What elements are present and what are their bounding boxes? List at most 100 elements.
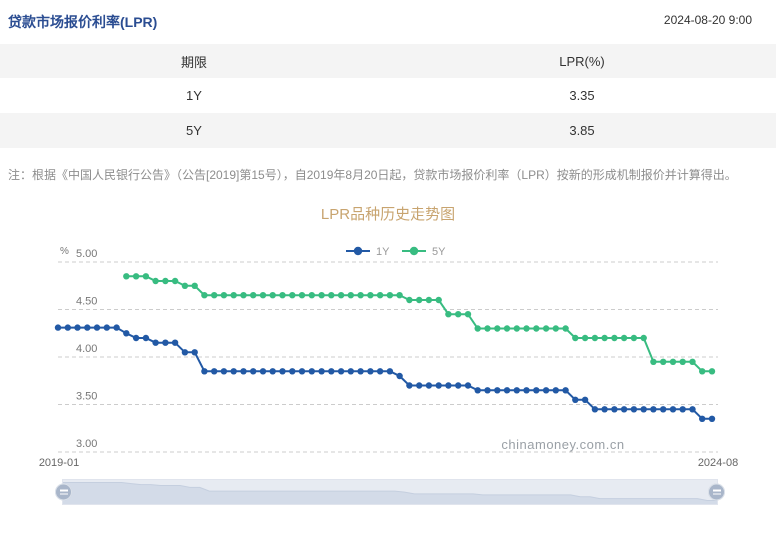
data-point-5y <box>455 311 462 318</box>
data-point-1y <box>708 415 716 423</box>
data-point-1y <box>220 368 228 375</box>
data-point-5y <box>386 292 394 299</box>
data-point-5y <box>337 292 345 299</box>
data-point-5y <box>581 334 589 342</box>
data-point-5y <box>591 334 599 342</box>
data-point-1y <box>181 349 189 356</box>
legend-marker-dot <box>353 246 363 256</box>
data-point-1y <box>660 406 667 413</box>
data-point-5y <box>630 334 638 342</box>
data-point-1y <box>279 368 286 375</box>
quote-datetime: 2024-08-20 9:00 <box>663 13 752 27</box>
data-point-1y <box>367 368 374 375</box>
data-point-1y <box>572 396 579 404</box>
data-point-1y <box>650 406 657 413</box>
data-point-5y <box>679 358 686 366</box>
data-point-1y <box>464 382 472 389</box>
footnote: 注：根据《中国人民银行公告》（公告[2019]第15号），自2019年8月20日… <box>8 168 737 182</box>
data-point-5y <box>542 325 550 332</box>
legend-marker-dot <box>409 246 419 256</box>
data-point-1y <box>152 339 159 347</box>
data-point-5y <box>689 358 696 366</box>
lpr-history-chart[interactable]: 5.00 4.50 4.00 3.50 3.00% 1Y 5Y chinamoney.com.… <box>0 229 776 474</box>
data-point-5y <box>445 311 452 318</box>
data-point-5y <box>250 292 257 299</box>
data-point-1y <box>357 368 364 375</box>
data-point-5y <box>650 358 657 366</box>
data-point-5y <box>669 358 677 366</box>
table-row: 1Y 3.35 <box>0 78 776 113</box>
table-row: 5Y 3.85 <box>0 113 776 148</box>
y-tick-label: 3.00 <box>76 438 97 450</box>
data-point-5y <box>620 334 628 342</box>
data-point-5y <box>162 277 169 285</box>
data-point-5y <box>396 292 403 299</box>
data-point-5y <box>376 292 384 299</box>
y-tick-label: 5.00 <box>76 248 97 260</box>
data-point-5y <box>562 325 569 332</box>
data-point-5y <box>533 325 540 332</box>
data-point-5y <box>181 282 189 290</box>
data-point-1y <box>425 382 433 389</box>
data-point-1y <box>54 324 62 331</box>
data-point-1y <box>669 406 677 413</box>
legend-item-5y[interactable]: 5Y <box>402 246 446 258</box>
datazoom-right-handle[interactable] <box>708 483 725 501</box>
data-point-1y <box>591 406 599 413</box>
data-point-1y <box>171 339 179 347</box>
data-point-5y <box>406 296 413 304</box>
data-point-1y <box>191 349 198 356</box>
data-point-5y <box>416 296 423 304</box>
data-point-1y <box>289 368 296 375</box>
data-point-1y <box>376 368 384 375</box>
data-point-5y <box>572 334 579 342</box>
data-point-1y <box>513 387 520 394</box>
data-point-1y <box>347 368 354 375</box>
data-point-1y <box>298 368 306 375</box>
data-point-1y <box>689 406 696 413</box>
data-point-5y <box>269 292 276 299</box>
page-title: 贷款市场报价利率(LPR) <box>8 14 158 30</box>
data-point-1y <box>132 334 140 342</box>
data-point-5y <box>513 325 520 332</box>
data-point-1y <box>211 368 218 375</box>
datazoom-left-handle[interactable] <box>55 483 72 501</box>
data-point-5y <box>435 296 442 304</box>
datazoom-silhouette <box>63 482 717 505</box>
data-point-1y <box>406 382 413 389</box>
data-point-1y <box>250 368 257 375</box>
data-point-5y <box>152 277 159 285</box>
data-point-1y <box>474 387 481 394</box>
data-point-1y <box>552 387 559 394</box>
data-point-1y <box>318 368 325 375</box>
data-point-1y <box>699 415 706 423</box>
data-point-1y <box>103 324 111 331</box>
data-point-5y <box>318 292 325 299</box>
y-tick-label: 4.50 <box>76 296 97 308</box>
data-point-5y <box>211 292 218 299</box>
term-1y: 1Y <box>186 88 202 103</box>
data-point-5y <box>601 334 608 342</box>
data-point-1y <box>630 406 638 413</box>
rate-1y: 3.35 <box>569 88 595 103</box>
data-point-1y <box>435 382 442 389</box>
data-point-5y <box>484 325 491 332</box>
data-point-5y <box>259 292 267 299</box>
data-point-1y <box>308 368 315 375</box>
data-point-5y <box>230 292 237 299</box>
data-point-1y <box>74 324 81 331</box>
page-header: 贷款市场报价利率(LPR) 2024-08-20 9:00 <box>0 0 776 32</box>
data-point-5y <box>523 325 530 332</box>
data-point-1y <box>240 368 247 375</box>
data-point-1y <box>386 368 394 375</box>
data-point-1y <box>84 324 91 331</box>
data-point-1y <box>484 387 491 394</box>
legend-item-1y[interactable]: 1Y <box>346 246 390 258</box>
data-point-1y <box>230 368 237 375</box>
legend-label: 5Y <box>432 246 446 258</box>
legend-label: 1Y <box>376 246 390 258</box>
column-header-lpr: LPR(%) <box>559 53 605 69</box>
watermark: chinamoney.com.cn <box>501 437 624 452</box>
datazoom-slider[interactable] <box>55 479 725 506</box>
data-point-1y <box>562 387 569 394</box>
